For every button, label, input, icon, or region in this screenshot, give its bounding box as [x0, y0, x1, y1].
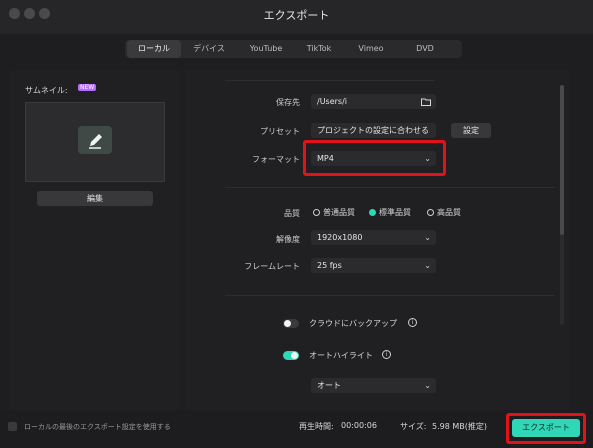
preset-value: プロジェクトの設定に合わせる	[317, 126, 429, 135]
quality-normal-radio[interactable]	[313, 209, 320, 216]
quality-normal-label: 普通品質	[323, 208, 355, 217]
thumbnail-panel: サムネイル: NEW 編集	[10, 70, 180, 410]
auto-highlight-value: オート	[317, 381, 341, 390]
destination-tab-bar: ローカル デバイス YouTube TikTok Vimeo DVD	[125, 40, 462, 58]
chevron-down-icon: ⌄	[424, 233, 431, 242]
section-divider	[225, 187, 555, 188]
preset-settings-button[interactable]: 設定	[451, 123, 491, 138]
framerate-label: フレームレート	[244, 262, 300, 271]
framerate-value: 25 fps	[317, 261, 342, 270]
footer-bar: ローカルの最後のエクスポート設定を使用する 再生時間: 00:00:06 サイズ…	[0, 410, 593, 448]
save-to-label: 保存先	[276, 98, 300, 107]
save-to-field[interactable]: /Users/i	[311, 94, 436, 109]
chevron-down-icon: ⌄	[424, 381, 431, 390]
format-label: フォーマット	[252, 155, 300, 164]
info-icon[interactable]: i	[408, 318, 417, 327]
quality-standard-label: 標準品質	[379, 208, 411, 217]
cloud-backup-label: クラウドにバックアップ	[309, 319, 397, 328]
thumbnail-edit-button[interactable]: 編集	[37, 191, 153, 206]
duration-label: 再生時間:	[299, 422, 334, 431]
size-value: 5.98 MB(推定)	[432, 422, 487, 431]
thumbnail-label: サムネイル:	[25, 86, 68, 95]
section-divider	[225, 80, 435, 81]
quality-standard-radio[interactable]	[369, 209, 376, 216]
format-highlight-box	[303, 140, 446, 176]
settings-scrollbar[interactable]	[560, 85, 564, 325]
info-icon[interactable]: i	[382, 350, 391, 359]
new-badge: NEW	[78, 84, 97, 91]
quality-label: 品質	[284, 209, 300, 218]
resolution-label: 解像度	[276, 235, 300, 244]
resolution-select[interactable]: 1920x1080 ⌄	[311, 230, 436, 245]
resolution-value: 1920x1080	[317, 233, 363, 242]
scrollbar-thumb[interactable]	[560, 85, 564, 235]
tab-tiktok[interactable]: TikTok	[295, 40, 343, 58]
auto-highlight-toggle[interactable]	[283, 351, 299, 360]
chevron-down-icon: ⌄	[424, 261, 431, 270]
edit-pencil-icon	[78, 126, 112, 154]
folder-icon[interactable]	[421, 94, 431, 111]
title-bar: エクスポート	[0, 0, 593, 34]
use-last-settings-checkbox[interactable]	[8, 422, 17, 431]
quality-high-radio[interactable]	[427, 209, 434, 216]
preset-label: プリセット	[260, 127, 300, 136]
section-divider	[225, 295, 555, 296]
export-button[interactable]: エクスポート	[512, 419, 580, 437]
quality-high-label: 高品質	[437, 208, 461, 217]
tab-local[interactable]: ローカル	[127, 40, 181, 58]
duration-value: 00:00:06	[341, 421, 377, 430]
thumbnail-preview[interactable]	[25, 102, 165, 182]
tab-youtube[interactable]: YouTube	[239, 40, 293, 58]
auto-highlight-select[interactable]: オート ⌄	[311, 378, 436, 393]
tab-device[interactable]: デバイス	[183, 40, 235, 58]
size-label: サイズ:	[400, 422, 427, 431]
auto-highlight-label: オートハイライト	[309, 351, 373, 360]
cloud-backup-toggle[interactable]	[283, 319, 299, 328]
tab-vimeo[interactable]: Vimeo	[347, 40, 395, 58]
tab-dvd[interactable]: DVD	[401, 40, 449, 58]
export-dialog: エクスポート ローカル デバイス YouTube TikTok Vimeo DV…	[0, 0, 593, 448]
framerate-select[interactable]: 25 fps ⌄	[311, 258, 436, 273]
settings-panel: 保存先 /Users/i プリセット プロジェクトの設定に合わせる 設定 フォー…	[185, 70, 570, 410]
preset-select[interactable]: プロジェクトの設定に合わせる	[311, 123, 436, 138]
window-title: エクスポート	[263, 9, 330, 22]
use-last-settings-label: ローカルの最後のエクスポート設定を使用する	[24, 423, 171, 431]
save-to-value: /Users/i	[317, 97, 348, 106]
